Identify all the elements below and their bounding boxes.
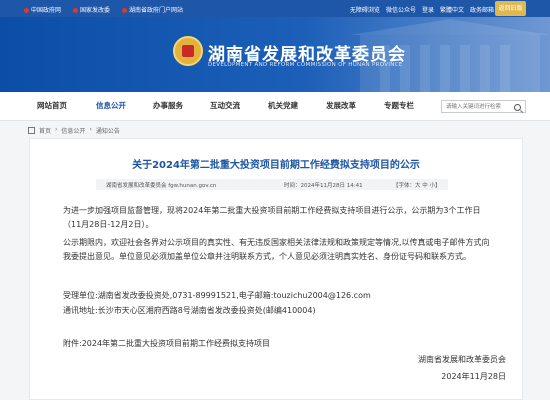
article-panel: 关于2024年第二批重大投资项目前期工作经费拟支持项目的公示 湖南省发展和改革委… xyxy=(29,138,523,400)
hunan-portal-link[interactable]: 湖南省政府门户网站 xyxy=(122,5,183,14)
home-icon xyxy=(28,127,35,134)
external-links: 中国政府网 国家发改委 湖南省政府门户网站 xyxy=(24,5,183,14)
nav-special-topics[interactable]: 专题专栏 xyxy=(384,92,414,120)
old-version-button[interactable]: 返回旧版 xyxy=(495,1,526,16)
breadcrumb-separator: › xyxy=(55,126,58,133)
nav-interaction[interactable]: 互动交流 xyxy=(210,92,240,120)
article-meta: 湖南省发展和改革委员会 fgw.hunan.gov.cn 时间：2024年11月… xyxy=(96,179,448,190)
site-subtitle: DEVELOPMENT AND REFORM COMMISSION OF HUN… xyxy=(208,62,403,68)
nav-home[interactable]: 网站首页 xyxy=(37,92,67,120)
email-link[interactable]: 政务邮箱 xyxy=(470,5,494,14)
ndrc-link-label: 国家发改委 xyxy=(80,7,111,14)
nav-development-reform[interactable]: 发展改革 xyxy=(326,92,356,120)
article-attachment-link[interactable]: 附件:2024年第二批重大投资项目前期工作经费拟支持项目 xyxy=(63,337,495,351)
article-source: 湖南省发展和改革委员会 fgw.hunan.gov.cn xyxy=(106,183,217,189)
font-size-control[interactable]: 【字体：大 中 小】 xyxy=(393,181,441,189)
search-box xyxy=(441,100,526,113)
site-banner: 湖南省发展和改革委员会 DEVELOPMENT AND REFORM COMMI… xyxy=(0,17,550,92)
nav-party-building[interactable]: 机关党建 xyxy=(268,92,298,120)
gov-link[interactable]: 中国政府网 xyxy=(24,5,61,14)
search-input[interactable] xyxy=(442,101,520,112)
hunan-portal-label: 湖南省政府门户网站 xyxy=(129,7,184,14)
breadcrumb: 首页 › 信息公开 › 通知公告 xyxy=(28,126,120,135)
breadcrumb-home[interactable]: 首页 xyxy=(39,126,51,135)
article-signature: 湖南省发展和改革委员会 xyxy=(418,355,506,364)
national-emblem-icon xyxy=(173,36,203,66)
ndrc-link[interactable]: 国家发改委 xyxy=(73,5,110,14)
top-utility-bar: 中国政府网 国家发改委 湖南省政府门户网站 无障碍浏览 微信公众号 登录 繁體中… xyxy=(0,0,550,17)
article-sign-date: 2024年11月28日 xyxy=(441,372,506,381)
breadcrumb-notices[interactable]: 通知公告 xyxy=(96,126,120,135)
nav-services[interactable]: 办事服务 xyxy=(153,92,183,120)
wechat-link[interactable]: 微信公众号 xyxy=(386,5,416,14)
traditional-chinese-link[interactable]: 繁體中文 xyxy=(440,5,464,14)
accessibility-link[interactable]: 无障碍浏览 xyxy=(350,5,380,14)
link-dot-icon xyxy=(24,8,29,13)
login-link[interactable]: 登录 xyxy=(422,5,434,14)
search-icon[interactable] xyxy=(514,104,521,111)
article-date: 时间：2024年11月28日 14:41 xyxy=(284,183,363,189)
breadcrumb-info[interactable]: 信息公开 xyxy=(61,126,85,135)
article-paragraph-1: 为进一步加强项目监督管理，现将2024年第二批重大投资项目前期工作经费拟支持项目… xyxy=(63,206,481,229)
article-paragraph-2: 公示期限内，欢迎社会各界对公示项目的真实性、有无违反国家相关法律法规和政策规定等… xyxy=(63,238,490,261)
article-title: 关于2024年第二批重大投资项目前期工作经费拟支持项目的公示 xyxy=(132,160,420,171)
breadcrumb-separator: › xyxy=(89,126,92,133)
article-contact-1: 受理单位:湖南省发改委投资处,0731-89991521,电子邮箱:touzic… xyxy=(63,291,371,300)
utility-links: 无障碍浏览 微信公众号 登录 繁體中文 政务邮箱 xyxy=(350,5,494,14)
nav-info-disclosure[interactable]: 信息公开 xyxy=(96,92,126,120)
link-dot-icon xyxy=(122,8,128,13)
main-nav: 网站首页 信息公开 办事服务 互动交流 机关党建 发展改革 专题专栏 xyxy=(0,92,550,121)
link-dot-icon xyxy=(73,8,79,13)
gov-link-label: 中国政府网 xyxy=(31,7,62,14)
article-contact-2: 通讯地址:长沙市天心区湘府西路8号湖南省发改委投资处(邮编410004) xyxy=(63,306,316,315)
